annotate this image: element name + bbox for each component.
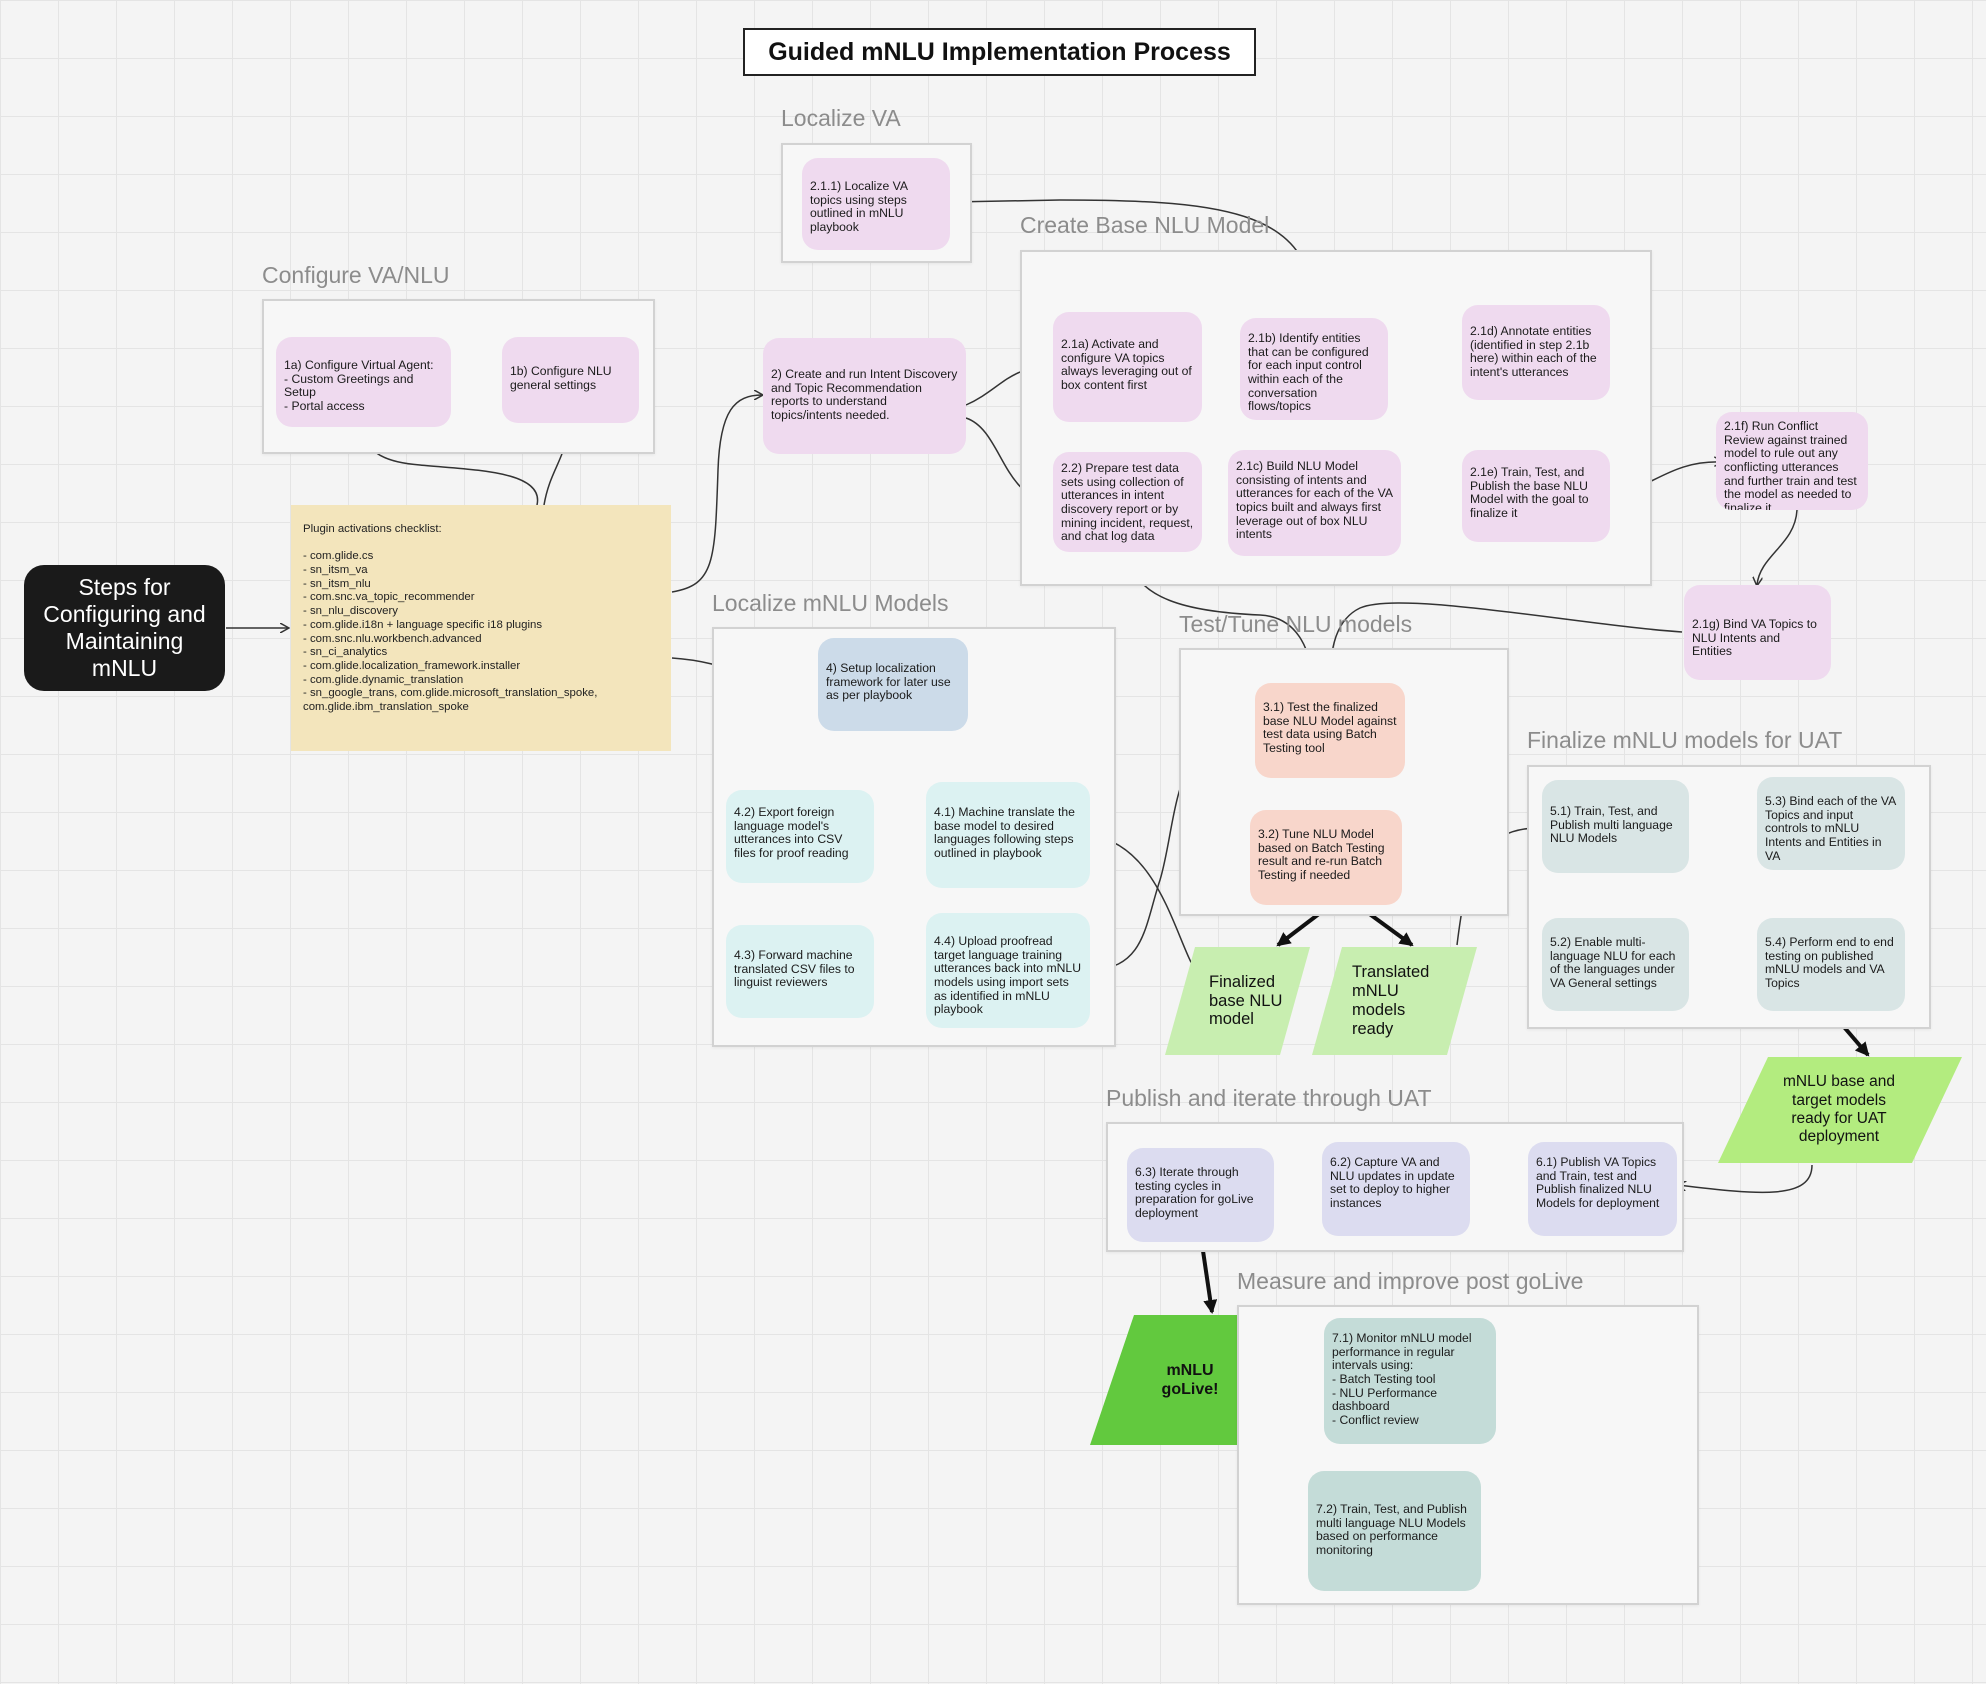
group-label-create-base: Create Base NLU Model (1020, 212, 1270, 238)
card-4-3[interactable]: 4.3) Forward machine translated CSV file… (726, 925, 874, 1018)
card-5-1[interactable]: 5.1) Train, Test, and Publish multi lang… (1542, 780, 1689, 873)
card-5-4[interactable]: 5.4) Perform end to end testing on publi… (1757, 918, 1905, 1011)
output-uat-ready[interactable]: mNLU base and target models ready for UA… (1718, 1057, 1962, 1163)
group-label-localize-va: Localize VA (781, 105, 901, 131)
card-5-2[interactable]: 5.2) Enable multi-language NLU for each … (1542, 918, 1689, 1011)
card-2-1f[interactable]: 2.1f) Run Conflict Review against traine… (1716, 412, 1868, 510)
card-6-1[interactable]: 6.1) Publish VA Topics and Train, test a… (1528, 1142, 1677, 1236)
card-4-4[interactable]: 4.4) Upload proofread target language tr… (926, 913, 1090, 1028)
card-2-1e[interactable]: 2.1e) Train, Test, and Publish the base … (1462, 450, 1610, 542)
card-1a[interactable]: 1a) Configure Virtual Agent: - Custom Gr… (276, 337, 451, 427)
card-6-2[interactable]: 6.2) Capture VA and NLU updates in updat… (1322, 1142, 1470, 1236)
bold-arrow-63-to-golive (1200, 1243, 1218, 1314)
card-2-2[interactable]: 2.2) Prepare test data sets using collec… (1053, 452, 1202, 552)
output-finalized-base-model[interactable]: Finalized base NLU model (1165, 947, 1310, 1055)
group-label-configure: Configure VA/NLU (262, 262, 450, 288)
group-label-localize-mnlu: Localize mNLU Models (712, 590, 949, 616)
card-2[interactable]: 2) Create and run Intent Discovery and T… (763, 338, 966, 454)
card-2-1b[interactable]: 2.1b) Identify entities that can be conf… (1240, 318, 1388, 420)
card-1b[interactable]: 1b) Configure NLU general settings (502, 337, 639, 423)
card-7-1[interactable]: 7.1) Monitor mNLU model performance in r… (1324, 1318, 1496, 1444)
card-3-1[interactable]: 3.1) Test the finalized base NLU Model a… (1255, 683, 1405, 778)
card-2-1-1[interactable]: 2.1.1) Localize VA topics using steps ou… (802, 158, 950, 250)
output-label-uat-ready: mNLU base and target models ready for UA… (1782, 1073, 1895, 1146)
start-node[interactable]: Steps for Configuring and Maintaining mN… (24, 565, 225, 691)
card-3-2[interactable]: 3.2) Tune NLU Model based on Batch Testi… (1250, 810, 1402, 905)
group-label-publish: Publish and iterate through UAT (1106, 1085, 1432, 1111)
card-4[interactable]: 4) Setup localization framework for late… (818, 638, 968, 731)
card-2-1c[interactable]: 2.1c) Build NLU Model consisting of inte… (1228, 450, 1401, 556)
plugin-checklist-note[interactable]: Plugin activations checklist: - com.glid… (291, 505, 671, 751)
card-4-2[interactable]: 4.2) Export foreign language model's utt… (726, 790, 874, 883)
group-label-test-tune: Test/Tune NLU models (1179, 611, 1413, 637)
card-2-1d[interactable]: 2.1d) Annotate entities (identified in s… (1462, 305, 1610, 400)
diagram-board: Guided mNLU Implementation Process Steps… (0, 0, 1986, 1684)
output-label-finalized: Finalized base NLU model (1209, 972, 1283, 1029)
card-7-2[interactable]: 7.2) Train, Test, and Publish multi lang… (1308, 1471, 1481, 1591)
arrow-21f-to-21g (1757, 509, 1798, 585)
arrow-uat-to-61 (1678, 1164, 1813, 1194)
card-2-1a[interactable]: 2.1a) Activate and configure VA topics a… (1053, 312, 1202, 422)
arrow-checklist-to-2 (671, 395, 762, 593)
card-5-3[interactable]: 5.3) Bind each of the VA Topics and inpu… (1757, 777, 1905, 870)
group-label-measure: Measure and improve post goLive (1237, 1268, 1584, 1294)
card-6-3[interactable]: 6.3) Iterate through testing cycles in p… (1127, 1148, 1274, 1242)
group-label-finalize: Finalize mNLU models for UAT (1527, 727, 1843, 753)
card-4-1[interactable]: 4.1) Machine translate the base model to… (926, 782, 1090, 888)
output-label-translated: Translated mNLU models ready (1352, 963, 1430, 1038)
diagram-title: Guided mNLU Implementation Process (743, 28, 1256, 76)
output-translated-models[interactable]: Translated mNLU models ready (1312, 947, 1477, 1055)
card-2-1g[interactable]: 2.1g) Bind VA Topics to NLU Intents and … (1684, 585, 1831, 680)
output-label-golive: mNLU goLive! (1161, 1361, 1219, 1398)
